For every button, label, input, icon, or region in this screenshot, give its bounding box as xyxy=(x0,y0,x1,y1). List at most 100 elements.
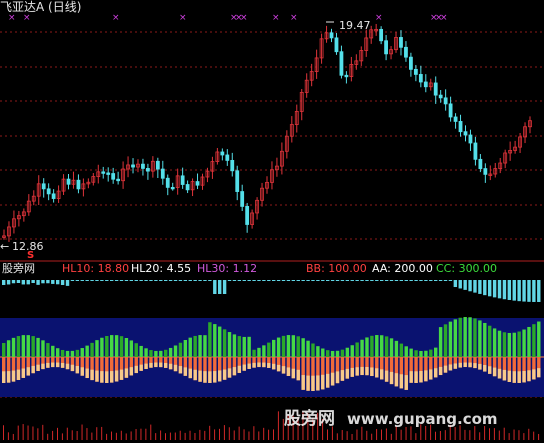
green-bar xyxy=(502,332,507,357)
red-volume-bar xyxy=(385,428,387,440)
tan-bar xyxy=(267,363,271,368)
cyan-bar xyxy=(80,280,84,281)
tan-bar xyxy=(448,364,453,371)
tan-bar xyxy=(296,369,300,381)
green-bar xyxy=(326,350,330,357)
signal-x-marker: × xyxy=(440,13,448,23)
red-volume-bar xyxy=(390,433,392,440)
tan-bar xyxy=(394,373,399,387)
green-bar xyxy=(16,336,21,357)
cyan-bar xyxy=(458,280,462,289)
low-arrow: ← xyxy=(0,240,10,253)
red-volume-bar xyxy=(351,433,353,440)
cyan-bar xyxy=(272,280,276,281)
candle-body xyxy=(329,32,334,39)
red-volume-bar xyxy=(219,428,220,440)
green-bar xyxy=(51,345,55,357)
red-volume-bar xyxy=(277,411,279,440)
green-bar xyxy=(95,340,99,357)
green-bar xyxy=(168,347,173,357)
cyan-bar xyxy=(527,280,531,302)
tan-bar xyxy=(276,364,281,372)
red-volume-bar xyxy=(341,430,343,440)
red-volume-bar xyxy=(71,430,73,440)
green-bar xyxy=(497,330,502,357)
green-bar xyxy=(110,335,114,357)
red-volume-bar xyxy=(91,432,93,440)
tan-bar xyxy=(399,374,404,389)
red-volume-bar xyxy=(400,429,402,440)
green-bar xyxy=(335,350,340,357)
tan-bar xyxy=(483,365,487,372)
candle-body xyxy=(235,170,240,192)
green-bar xyxy=(527,326,531,357)
cyan-bar xyxy=(21,280,26,285)
candle-body xyxy=(413,68,418,75)
candle-body xyxy=(41,183,46,190)
green-bar xyxy=(237,336,242,357)
green-bar xyxy=(321,348,325,357)
tan-bar xyxy=(272,363,276,370)
green-bar xyxy=(26,335,30,357)
candle-body xyxy=(478,158,483,169)
candle-body xyxy=(468,134,473,144)
green-bar xyxy=(394,340,399,357)
candle-body xyxy=(155,160,160,170)
green-bar xyxy=(350,345,354,357)
watermark: 股旁网 www.gupang.com xyxy=(284,404,498,429)
green-bar xyxy=(478,320,482,357)
green-bar xyxy=(198,335,202,357)
tan-bar xyxy=(173,364,178,372)
green-bar xyxy=(345,347,350,357)
green-bar xyxy=(409,348,413,357)
cyan-bar xyxy=(41,280,45,284)
watermark-url: www.gupang.com xyxy=(347,410,498,428)
tan-bar xyxy=(51,362,55,368)
red-volume-bar xyxy=(209,425,211,440)
red-volume-bar xyxy=(111,431,112,440)
green-bar xyxy=(252,349,256,357)
green-bar xyxy=(522,329,526,357)
green-bar xyxy=(188,337,192,357)
hl30-value: HL30: 1.12 xyxy=(197,262,258,275)
green-bar xyxy=(222,329,227,357)
tan-bar xyxy=(311,375,315,391)
green-bar xyxy=(419,350,423,357)
tan-bar xyxy=(478,363,482,370)
green-bar xyxy=(492,328,497,357)
red-volume-bar xyxy=(32,426,34,440)
cc-value: CC: 300.00 xyxy=(436,262,498,275)
cyan-bar xyxy=(110,280,114,281)
green-bar xyxy=(443,324,448,357)
cyan-bar xyxy=(90,280,94,281)
candle-body xyxy=(195,181,200,186)
candle-body xyxy=(463,131,468,136)
green-bar xyxy=(429,349,433,357)
red-volume-bar xyxy=(273,429,274,440)
cyan-bar xyxy=(326,280,330,281)
tan-bar xyxy=(532,369,536,380)
green-bar xyxy=(330,350,335,357)
cyan-bar xyxy=(414,280,418,281)
signal-s-marker: S xyxy=(27,250,35,261)
cyan-bar xyxy=(350,280,354,281)
red-volume-bar xyxy=(243,429,245,440)
tan-bar xyxy=(355,367,359,376)
kline-chart[interactable]: × × × × ××× × × × ××× xyxy=(0,0,544,443)
cyan-bar xyxy=(203,280,207,281)
red-volume-bar xyxy=(464,429,466,440)
green-bar xyxy=(203,335,207,357)
cyan-bar xyxy=(173,280,178,281)
indicator-name[interactable]: 股旁网 xyxy=(2,262,35,276)
green-bar xyxy=(6,340,11,357)
tan-bar xyxy=(218,370,222,382)
cyan-bar xyxy=(311,280,315,281)
candle-body xyxy=(116,178,121,182)
green-bar xyxy=(399,343,404,357)
cyan-bar xyxy=(95,280,99,281)
tan-bar xyxy=(154,362,158,368)
cyan-bar xyxy=(281,280,286,281)
tan-bar xyxy=(110,371,114,383)
cyan-bar xyxy=(424,280,428,281)
candle-body xyxy=(399,37,403,48)
